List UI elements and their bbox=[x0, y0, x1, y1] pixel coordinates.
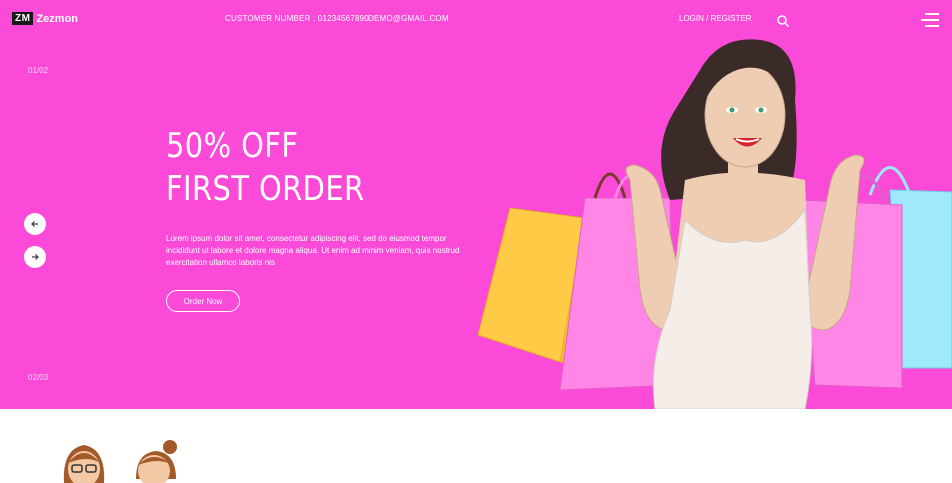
hamburger-menu-icon[interactable] bbox=[921, 13, 939, 29]
hero-description: Lorem ipsum dolor sit amet, consectetur … bbox=[166, 234, 460, 267]
avatar-glasses-woman-icon bbox=[63, 445, 105, 483]
login-register-link[interactable]: LOGIN / REGISTER bbox=[679, 14, 751, 23]
slide-counter-top: 01/02 bbox=[28, 66, 49, 75]
hero-banner: ZM Zezmon CUSTOMER NUMBER : 01234567890 … bbox=[0, 0, 952, 409]
logo-text: Zezmon bbox=[36, 12, 79, 25]
shopping-woman-illustration bbox=[477, 39, 952, 409]
logo-badge: ZM bbox=[12, 12, 34, 25]
logo[interactable]: ZM Zezmon bbox=[12, 12, 78, 25]
contact-email[interactable]: DEMO@GMAIL.COM bbox=[368, 14, 449, 23]
next-slide-button[interactable] bbox=[24, 246, 46, 268]
search-icon[interactable] bbox=[776, 14, 790, 28]
arrow-left-icon bbox=[31, 221, 38, 227]
customer-number: CUSTOMER NUMBER : 01234567890 bbox=[225, 14, 369, 23]
arrow-right-icon bbox=[32, 254, 39, 260]
order-now-button[interactable]: Order Now bbox=[166, 290, 240, 312]
avatar-bun-woman-icon bbox=[136, 440, 177, 483]
prev-slide-button[interactable] bbox=[24, 213, 46, 235]
slide-counter-bottom: 02/03 bbox=[28, 373, 49, 382]
content-section bbox=[0, 409, 952, 483]
headline-line-1: 50% OFF bbox=[166, 126, 299, 166]
headline-line-2: FIRST ORDER bbox=[166, 169, 365, 209]
